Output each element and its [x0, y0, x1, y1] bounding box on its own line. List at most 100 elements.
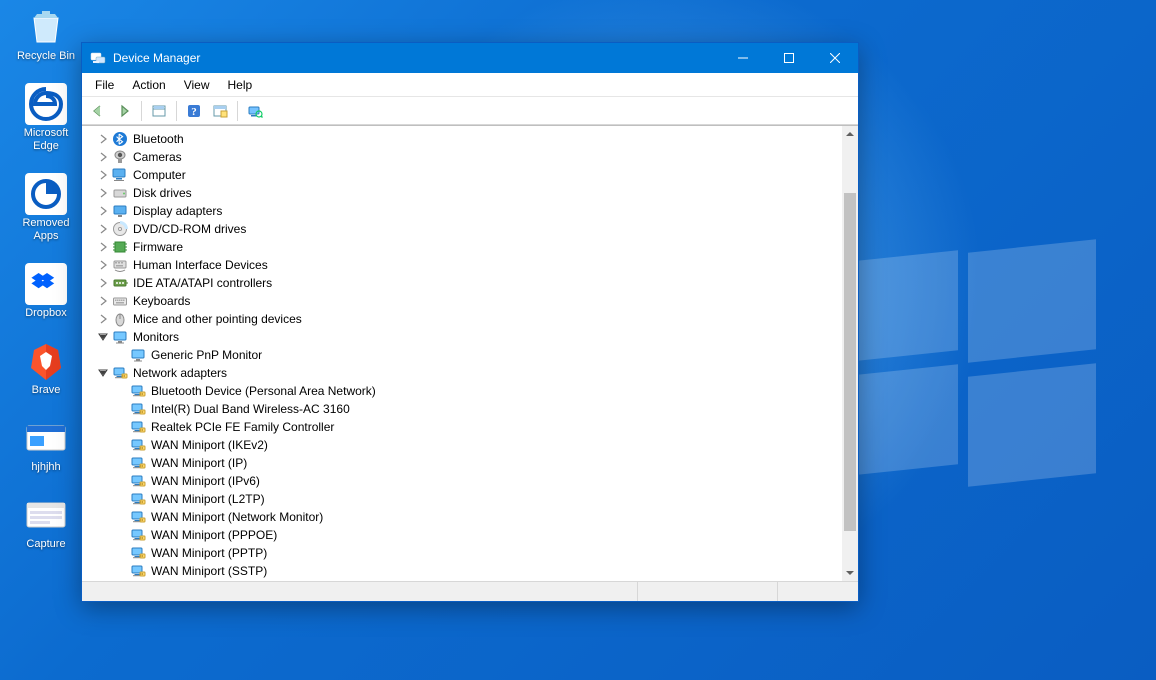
expand-icon[interactable]: [96, 258, 110, 272]
computer-icon: [112, 167, 128, 183]
tree-category[interactable]: Mice and other pointing devices: [86, 310, 842, 328]
tree-category[interactable]: IDE ATA/ATAPI controllers: [86, 274, 842, 292]
expand-icon[interactable]: [96, 222, 110, 236]
expand-icon[interactable]: [96, 132, 110, 146]
hjhjhh-icon: [25, 417, 67, 459]
tree-device[interactable]: WAN Miniport (PPTP): [86, 544, 842, 562]
scroll-thumb[interactable]: [844, 193, 856, 531]
tree-category[interactable]: Human Interface Devices: [86, 256, 842, 274]
desktop-icon-microsoft-edge[interactable]: MicrosoftEdge: [10, 83, 82, 153]
twisty-none: [114, 384, 128, 398]
tree-item-label: Display adapters: [133, 204, 222, 218]
twisty-none: [114, 528, 128, 542]
tree-device[interactable]: WAN Miniport (PPPOE): [86, 526, 842, 544]
tree-category[interactable]: Disk drives: [86, 184, 842, 202]
tree-item-label: WAN Miniport (SSTP): [151, 564, 267, 578]
network-icon: [130, 437, 146, 453]
minimize-button[interactable]: [720, 43, 766, 73]
expand-icon[interactable]: [96, 186, 110, 200]
twisty-none: [114, 474, 128, 488]
expand-icon[interactable]: [96, 312, 110, 326]
expand-icon[interactable]: [96, 294, 110, 308]
scroll-up-button[interactable]: [842, 126, 858, 142]
network-icon: [130, 383, 146, 399]
tree-device[interactable]: Bluetooth Device (Personal Area Network): [86, 382, 842, 400]
desktop-icon-hjhjhh[interactable]: hjhjhh: [10, 417, 82, 474]
tree-category[interactable]: Cameras: [86, 148, 842, 166]
network-icon: [130, 527, 146, 543]
scroll-down-button[interactable]: [842, 565, 858, 581]
menu-file[interactable]: File: [86, 76, 123, 94]
device-tree[interactable]: BluetoothCamerasComputer Disk drives Displ…: [86, 130, 842, 581]
tree-item-label: Monitors: [133, 330, 179, 344]
menu-view[interactable]: View: [175, 76, 219, 94]
menu-help[interactable]: Help: [219, 76, 262, 94]
collapse-icon[interactable]: [96, 366, 110, 380]
collapse-icon[interactable]: [96, 330, 110, 344]
expand-icon[interactable]: [96, 150, 110, 164]
tree-item-label: Keyboards: [133, 294, 190, 308]
back-button[interactable]: [86, 99, 110, 123]
tree-item-label: WAN Miniport (IKEv2): [151, 438, 268, 452]
menu-action[interactable]: Action: [123, 76, 174, 94]
forward-button[interactable]: [112, 99, 136, 123]
tree-item-label: WAN Miniport (PPPOE): [151, 528, 277, 542]
content-area: BluetoothCamerasComputer Disk drives Displ…: [82, 125, 858, 581]
tree-category[interactable]: Computer: [86, 166, 842, 184]
tree-device[interactable]: WAN Miniport (IP): [86, 454, 842, 472]
desktop-icon-recycle-bin[interactable]: Recycle Bin: [10, 6, 82, 63]
titlebar[interactable]: Device Manager: [82, 43, 858, 73]
network-icon: [130, 455, 146, 471]
desktop-icon-label: Dropbox: [10, 307, 82, 320]
tree-category[interactable]: Keyboards: [86, 292, 842, 310]
app-icon: [90, 50, 106, 66]
tree-device[interactable]: Intel(R) Dual Band Wireless-AC 3160: [86, 400, 842, 418]
properties-button[interactable]: [208, 99, 232, 123]
desktop-icon-capture[interactable]: Capture: [10, 494, 82, 551]
tree-item-label: Disk drives: [133, 186, 192, 200]
tree-category[interactable]: Monitors: [86, 328, 842, 346]
tree-category[interactable]: Display adapters: [86, 202, 842, 220]
tree-category[interactable]: Bluetooth: [86, 130, 842, 148]
desktop-icon-removed-apps[interactable]: RemovedApps: [10, 173, 82, 243]
expand-icon[interactable]: [96, 204, 110, 218]
tree-device[interactable]: WAN Miniport (IKEv2): [86, 436, 842, 454]
twisty-none: [114, 438, 128, 452]
maximize-button[interactable]: [766, 43, 812, 73]
windows-logo-background: [836, 240, 1096, 500]
tree-device[interactable]: Realtek PCIe FE Family Controller: [86, 418, 842, 436]
monitor-icon: [130, 347, 146, 363]
expand-icon[interactable]: [96, 276, 110, 290]
capture-icon: [25, 494, 67, 536]
tree-device[interactable]: WAN Miniport (IPv6): [86, 472, 842, 490]
expand-icon[interactable]: [96, 168, 110, 182]
toolbar: ?: [82, 97, 858, 125]
vertical-scrollbar[interactable]: [842, 126, 858, 581]
tree-category[interactable]: Firmware: [86, 238, 842, 256]
tree-category[interactable]: Network adapters: [86, 364, 842, 382]
tree-category[interactable]: DVD/CD-ROM drives: [86, 220, 842, 238]
show-hidden-button[interactable]: [147, 99, 171, 123]
tree-category[interactable]: Print queues: [86, 580, 842, 581]
expand-icon[interactable]: [96, 240, 110, 254]
tree-device[interactable]: WAN Miniport (SSTP): [86, 562, 842, 580]
tree-device[interactable]: WAN Miniport (L2TP): [86, 490, 842, 508]
tree-device[interactable]: WAN Miniport (Network Monitor): [86, 508, 842, 526]
desktop-icon-brave[interactable]: Brave: [10, 340, 82, 397]
desktop-icon-label: Capture: [10, 538, 82, 551]
tree-item-label: Intel(R) Dual Band Wireless-AC 3160: [151, 402, 350, 416]
tree-item-label: DVD/CD-ROM drives: [133, 222, 246, 236]
help-button[interactable]: ?: [182, 99, 206, 123]
mouse-icon: [112, 311, 128, 327]
desktop-icon-dropbox[interactable]: Dropbox: [10, 263, 82, 320]
tree-item-label: Realtek PCIe FE Family Controller: [151, 420, 334, 434]
close-button[interactable]: [812, 43, 858, 73]
firmware-icon: [112, 239, 128, 255]
camera-icon: [112, 149, 128, 165]
scan-hardware-button[interactable]: [243, 99, 267, 123]
network-icon: [130, 509, 146, 525]
tree-device[interactable]: Generic PnP Monitor: [86, 346, 842, 364]
tree-item-label: Mice and other pointing devices: [133, 312, 302, 326]
bluetooth-icon: [112, 131, 128, 147]
twisty-none: [114, 402, 128, 416]
